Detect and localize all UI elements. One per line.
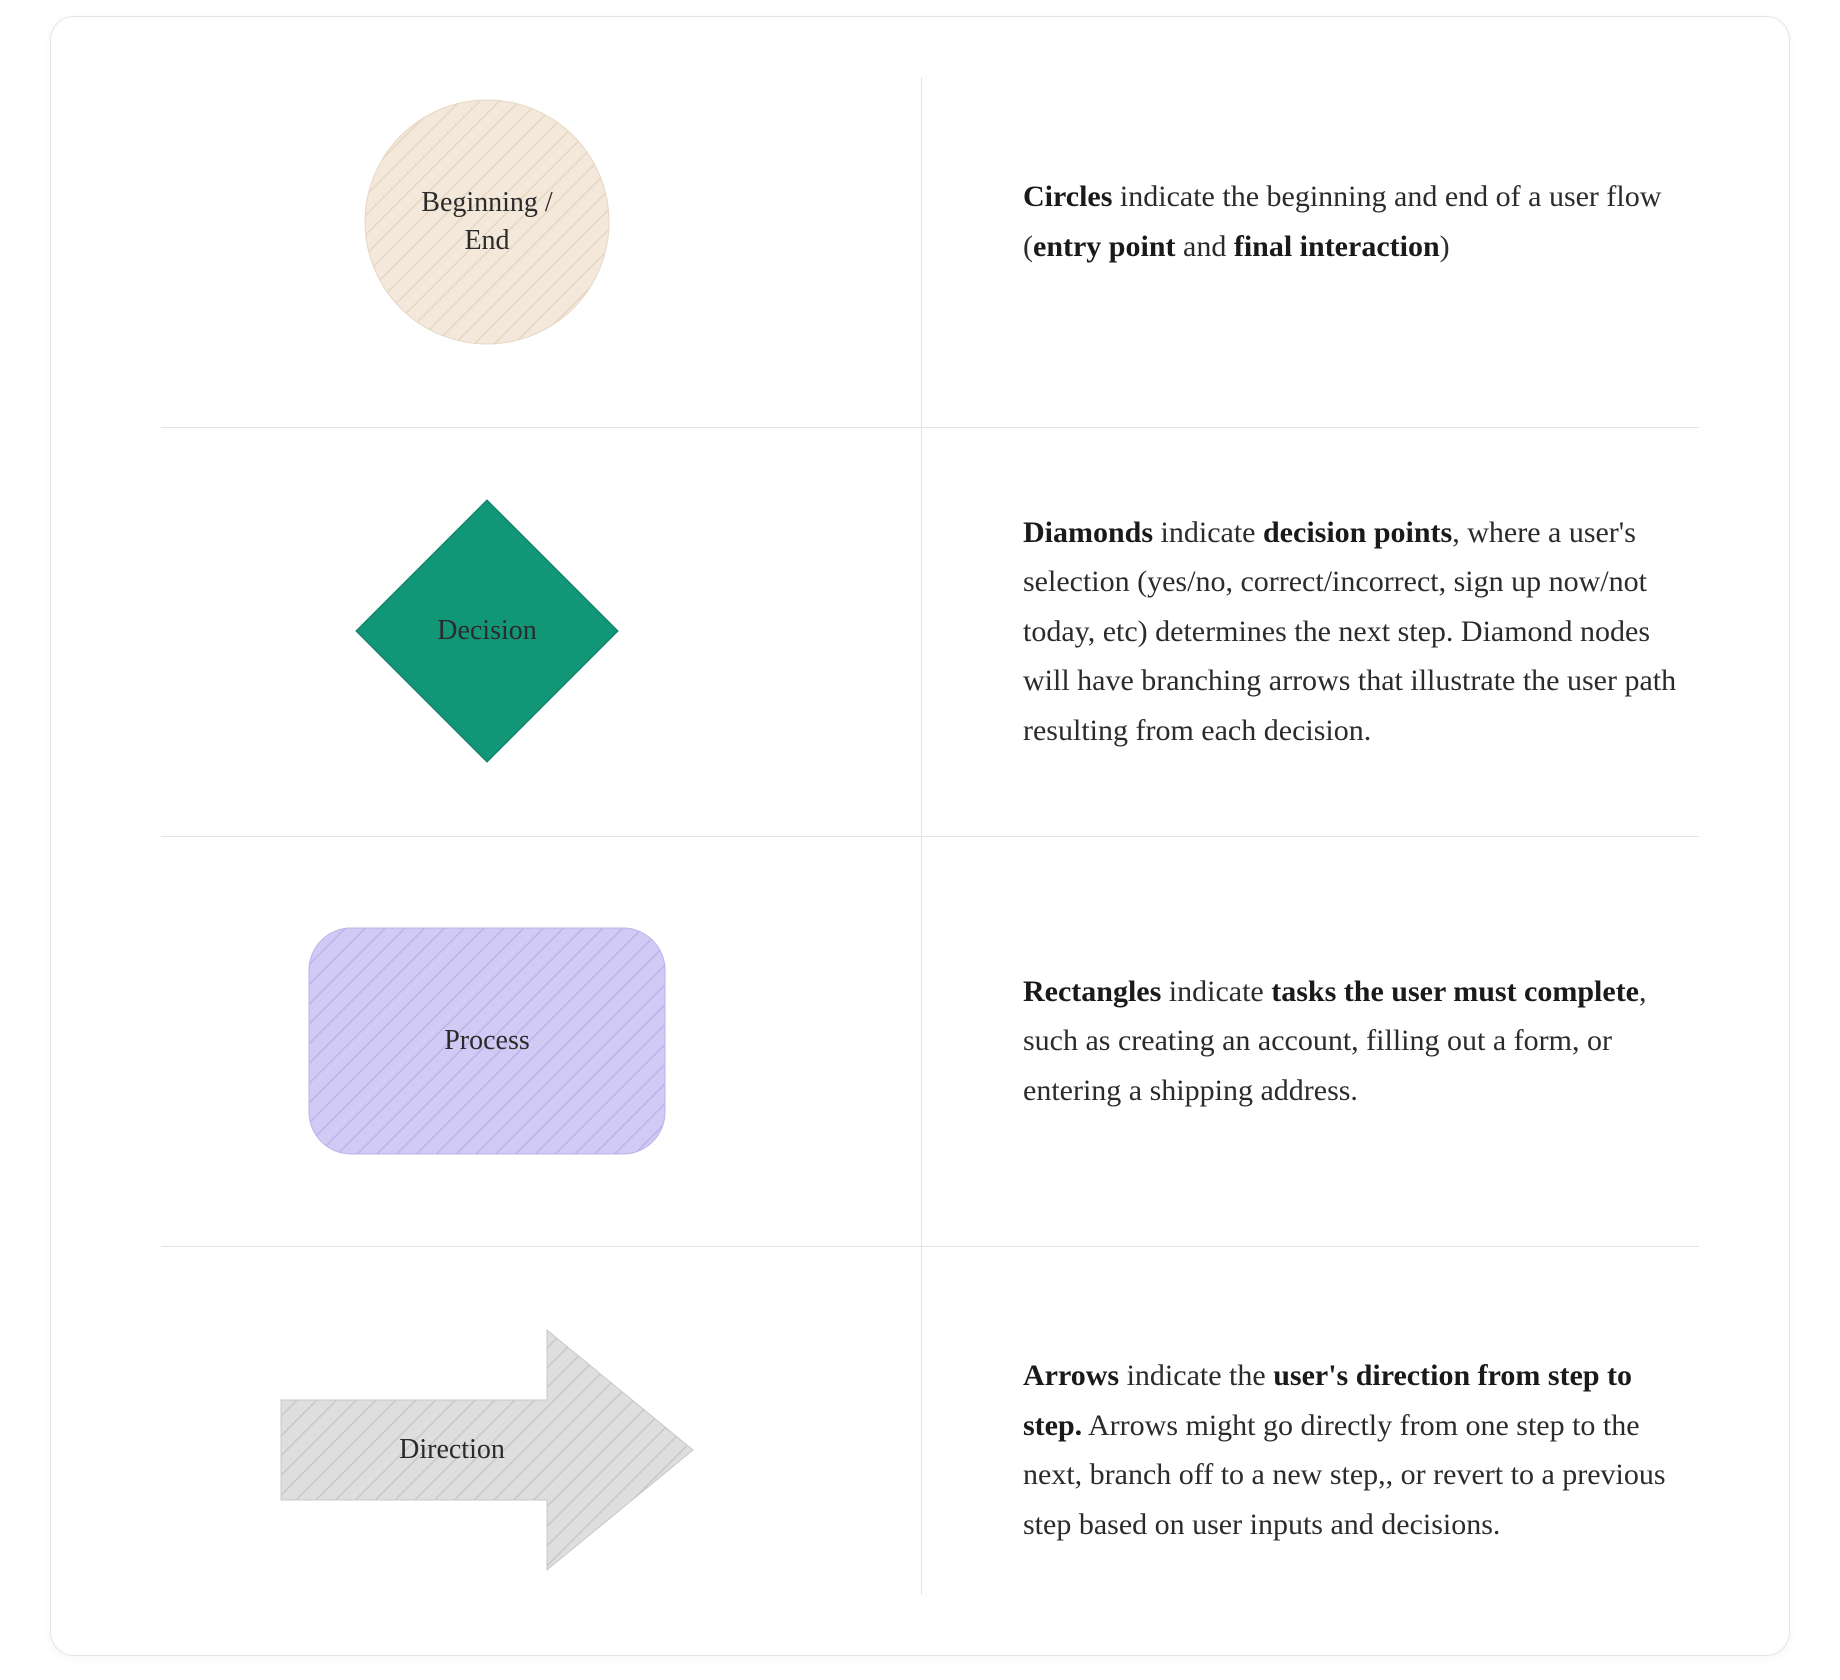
shape-cell: Process bbox=[51, 836, 923, 1246]
circle-description: Circles indicate the beginning and end o… bbox=[1023, 172, 1689, 271]
legend-row-rectangle: Process Rectangles indicate tasks the us… bbox=[51, 836, 1789, 1246]
diamond-description: Diamonds indicate decision points, where… bbox=[1023, 508, 1689, 756]
rectangle-shape: Process bbox=[307, 926, 667, 1156]
shape-cell: Decision bbox=[51, 427, 923, 837]
shape-cell: Beginning / End bbox=[51, 17, 923, 427]
desc-cell: Circles indicate the beginning and end o… bbox=[923, 17, 1789, 427]
vertical-divider bbox=[921, 77, 922, 427]
desc-cell: Diamonds indicate decision points, where… bbox=[923, 427, 1789, 837]
circle-shape: Beginning / End bbox=[363, 98, 611, 346]
vertical-divider bbox=[921, 1246, 922, 1596]
vertical-divider bbox=[921, 836, 922, 1246]
vertical-divider bbox=[921, 427, 922, 837]
rectangle-description: Rectangles indicate tasks the user must … bbox=[1023, 967, 1689, 1116]
shape-cell: Direction bbox=[51, 1246, 923, 1656]
arrow-description: Arrows indicate the user's direction fro… bbox=[1023, 1351, 1689, 1549]
legend-row-circle: Beginning / End Circles indicate the beg… bbox=[51, 17, 1789, 427]
rectangle-icon bbox=[307, 926, 667, 1156]
circle-icon bbox=[363, 98, 611, 346]
arrow-icon bbox=[277, 1320, 697, 1580]
legend-row-arrow: Direction Arrows indicate the user's dir… bbox=[51, 1246, 1789, 1656]
desc-cell: Rectangles indicate tasks the user must … bbox=[923, 836, 1789, 1246]
arrow-shape: Direction bbox=[277, 1320, 697, 1580]
legend-card: Beginning / End Circles indicate the beg… bbox=[50, 16, 1790, 1656]
diamond-shape: Decision bbox=[352, 496, 622, 766]
diamond-icon bbox=[352, 496, 622, 766]
desc-cell: Arrows indicate the user's direction fro… bbox=[923, 1246, 1789, 1656]
legend-row-diamond: Decision Diamonds indicate decision poin… bbox=[51, 427, 1789, 837]
